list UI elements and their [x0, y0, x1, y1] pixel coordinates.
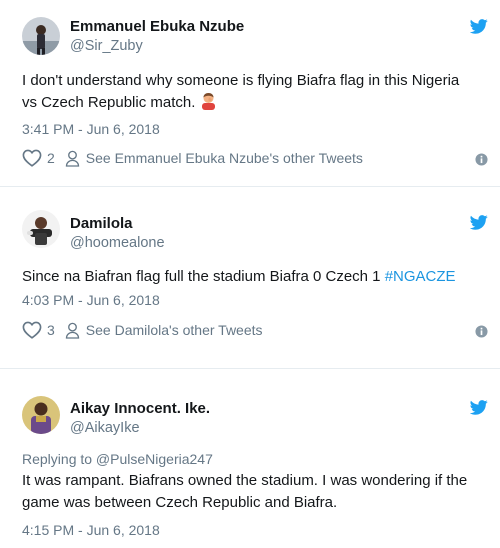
user-handle[interactable]: @Sir_Zuby [70, 38, 143, 54]
info-icon[interactable] [475, 153, 488, 166]
person-icon[interactable] [65, 322, 80, 339]
heart-icon[interactable] [22, 149, 42, 167]
like-count[interactable]: 3 [47, 322, 55, 338]
display-name[interactable]: Emmanuel Ebuka Nzube [70, 18, 244, 35]
tweet-actions: 2 See Emmanuel Ebuka Nzube's other Tweet… [22, 148, 363, 168]
tweet-card[interactable]: Damilola @hoomealone Since na Biafran fl… [0, 192, 500, 358]
tweet-card[interactable]: Emmanuel Ebuka Nzube @Sir_Zuby I don't u… [0, 0, 500, 180]
tweet-text-content: I don't understand why someone is flying… [22, 72, 460, 111]
info-icon[interactable] [475, 325, 488, 338]
user-handle[interactable]: @AikayIke [70, 420, 140, 436]
avatar[interactable] [22, 396, 60, 434]
like-count[interactable]: 2 [47, 150, 55, 166]
twitter-bird-icon[interactable] [470, 400, 488, 415]
tweet-timestamp[interactable]: 4:15 PM - Jun 6, 2018 [22, 522, 160, 538]
other-tweets-link[interactable]: See Emmanuel Ebuka Nzube's other Tweets [86, 150, 363, 166]
tweet-timestamp[interactable]: 3:41 PM - Jun 6, 2018 [22, 121, 160, 137]
tweet-text: Since na Biafran flag full the stadium B… [22, 266, 472, 288]
tweet-actions: 3 See Damilola's other Tweets [22, 320, 263, 340]
heart-icon[interactable] [22, 321, 42, 339]
other-tweets-link[interactable]: See Damilola's other Tweets [86, 322, 263, 338]
person-icon[interactable] [65, 150, 80, 167]
avatar[interactable] [22, 210, 60, 248]
tweet-text: It was rampant. Biafrans owned the stadi… [22, 470, 472, 514]
tweet-card[interactable]: Aikay Innocent. Ike. @AikayIke Replying … [0, 378, 500, 548]
tweet-text-content: Since na Biafran flag full the stadium B… [22, 268, 385, 285]
twitter-bird-icon[interactable] [470, 215, 488, 230]
hashtag-link[interactable]: #NGACZE [385, 268, 456, 285]
divider [0, 368, 500, 369]
replying-to[interactable]: Replying to @PulseNigeria247 [22, 451, 213, 467]
tweet-text: I don't understand why someone is flying… [22, 70, 472, 114]
tweet-timestamp[interactable]: 4:03 PM - Jun 6, 2018 [22, 292, 160, 308]
tweet-text-content: It was rampant. Biafrans owned the stadi… [22, 472, 468, 511]
avatar[interactable] [22, 17, 60, 55]
display-name[interactable]: Damilola [70, 215, 133, 232]
user-handle[interactable]: @hoomealone [70, 235, 165, 251]
display-name[interactable]: Aikay Innocent. Ike. [70, 400, 210, 417]
twitter-bird-icon[interactable] [470, 19, 488, 34]
man-facepalming-emoji-icon [201, 93, 215, 110]
divider [0, 186, 500, 187]
